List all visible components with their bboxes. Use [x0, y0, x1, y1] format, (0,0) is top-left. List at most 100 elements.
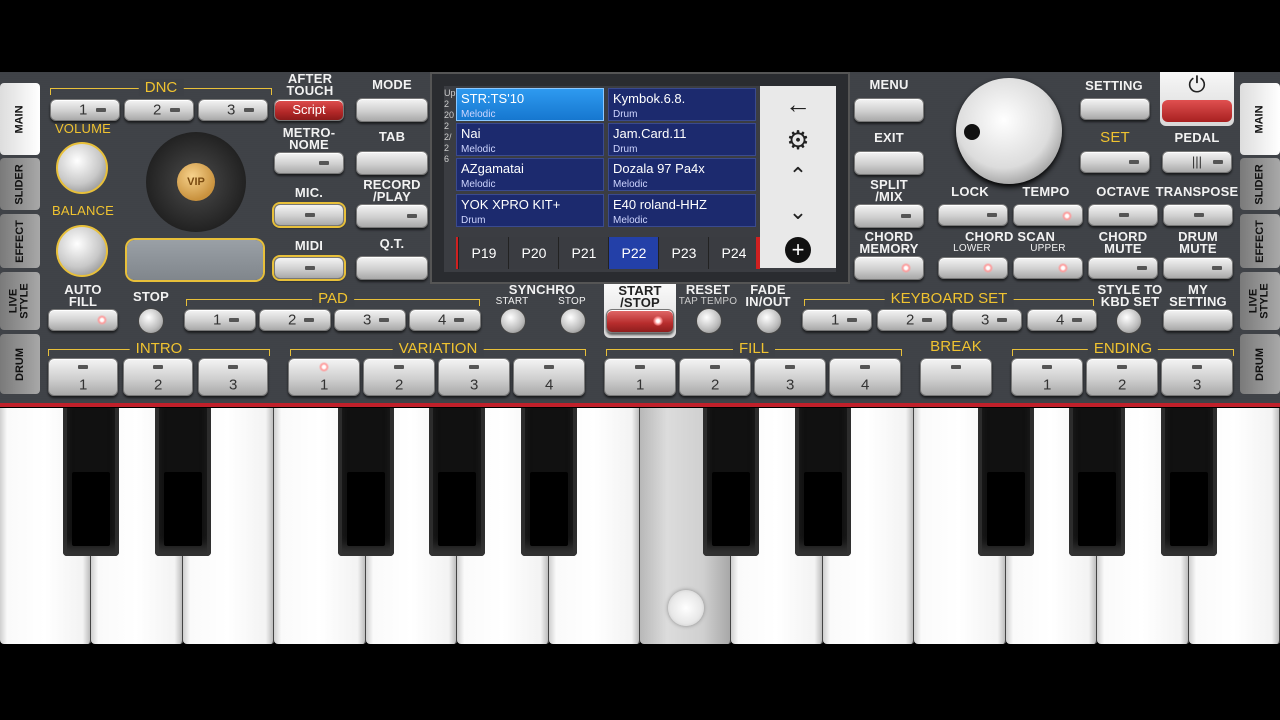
midi-button[interactable]	[274, 257, 344, 279]
data-dial[interactable]	[956, 78, 1062, 184]
setting-button[interactable]	[1080, 98, 1150, 120]
black-key[interactable]	[154, 408, 211, 556]
display-pad[interactable]	[127, 240, 263, 280]
tab-live-style-left[interactable]: LIVE STYLE	[0, 272, 40, 330]
black-key[interactable]	[977, 408, 1034, 556]
style-cell-7[interactable]: YOK XPRO KIT+ Drum	[456, 194, 604, 227]
set-button[interactable]	[1080, 151, 1150, 173]
keyboard-set-button-3[interactable]: 3	[952, 309, 1022, 331]
fill-button-3[interactable]: 3	[754, 358, 826, 396]
mode-button[interactable]	[356, 98, 428, 122]
chord-scan-upper-button[interactable]	[1013, 257, 1083, 279]
break-button[interactable]	[920, 358, 992, 396]
black-key[interactable]	[429, 408, 486, 556]
menu-button[interactable]	[854, 98, 924, 122]
variation-button-2[interactable]: 2	[363, 358, 435, 396]
pad-button-3[interactable]: 3	[334, 309, 406, 331]
fade-knob[interactable]	[756, 308, 782, 334]
pedal-button[interactable]: |||	[1162, 151, 1232, 173]
fill-button-4[interactable]: 4	[829, 358, 901, 396]
start-stop-button[interactable]	[606, 309, 674, 333]
add-icon[interactable]: +	[782, 234, 814, 263]
fill-button-1[interactable]: 1	[604, 358, 676, 396]
page-button-p20[interactable]: P20	[508, 237, 559, 269]
pad-button-2[interactable]: 2	[259, 309, 331, 331]
balance-knob[interactable]	[56, 225, 108, 277]
style-cell-8[interactable]: E40 roland-HHZ Melodic	[608, 194, 756, 227]
variation-button-1[interactable]: 1	[288, 358, 360, 396]
pad-stop-knob[interactable]	[138, 308, 164, 334]
tab-slider-left[interactable]: SLIDER	[0, 158, 40, 210]
tab-slider-right[interactable]: SLIDER	[1240, 158, 1280, 210]
style-to-kbd-knob[interactable]	[1116, 308, 1142, 334]
volume-knob[interactable]	[56, 142, 108, 194]
intro-button-2[interactable]: 2	[123, 358, 193, 396]
style-cell-6[interactable]: Dozala 97 Pa4x Melodic	[608, 158, 756, 191]
intro-button-1[interactable]: 1	[48, 358, 118, 396]
octave-button[interactable]	[1088, 204, 1158, 226]
variation-button-4[interactable]: 4	[513, 358, 585, 396]
tab-drum-right[interactable]: DRUM	[1240, 334, 1280, 394]
intro-button-3[interactable]: 3	[198, 358, 268, 396]
dnc-button-1[interactable]: 1	[50, 99, 120, 121]
tempo-button[interactable]	[1013, 204, 1083, 226]
style-cell-2[interactable]: Kymbok.6.8. Drum	[608, 88, 756, 121]
metronome-button[interactable]	[274, 152, 344, 174]
page-button-p23[interactable]: P23	[658, 237, 709, 269]
style-cell-5[interactable]: AZgamatai Melodic	[456, 158, 604, 191]
page-button-p22[interactable]: P22	[608, 237, 659, 269]
power-button[interactable]: ⏻	[1160, 72, 1234, 126]
variation-button-3[interactable]: 3	[438, 358, 510, 396]
chord-memory-button[interactable]	[854, 256, 924, 280]
dnc-button-3[interactable]: 3	[198, 99, 268, 121]
pad-button-4[interactable]: 4	[409, 309, 481, 331]
record-play-button[interactable]	[356, 204, 428, 228]
page-button-p19[interactable]: P19	[458, 237, 509, 269]
tab-drum-left[interactable]: DRUM	[0, 334, 40, 394]
black-key[interactable]	[520, 408, 577, 556]
synchro-stop-knob[interactable]	[560, 308, 586, 334]
fill-button-2[interactable]: 2	[679, 358, 751, 396]
synchro-start-knob[interactable]	[500, 308, 526, 334]
my-setting-button[interactable]	[1163, 309, 1233, 331]
chord-scan-lower-button[interactable]	[938, 257, 1008, 279]
auto-fill-button[interactable]	[48, 309, 118, 331]
lock-button[interactable]	[938, 204, 1008, 226]
tab-main-right[interactable]: MAIN	[1240, 83, 1280, 155]
transpose-button[interactable]	[1163, 204, 1233, 226]
tab-main-left[interactable]: MAIN	[0, 83, 40, 155]
keyboard-set-button-4[interactable]: 4	[1027, 309, 1097, 331]
dnc-button-2[interactable]: 2	[124, 99, 194, 121]
back-arrow-icon[interactable]: ←	[782, 90, 814, 118]
vip-disc[interactable]: VIP	[146, 132, 246, 232]
ending-button-2[interactable]: 2	[1086, 358, 1158, 396]
chevron-down-icon[interactable]: ⌄	[782, 198, 814, 226]
pad-button-1[interactable]: 1	[184, 309, 256, 331]
tab-button[interactable]	[356, 151, 428, 175]
black-key[interactable]	[794, 408, 851, 556]
black-key[interactable]	[337, 408, 394, 556]
mic-button[interactable]	[274, 204, 344, 226]
style-cell-3[interactable]: Nai Melodic	[456, 123, 604, 156]
qt-button[interactable]	[356, 256, 428, 280]
page-button-p24[interactable]: P24	[708, 237, 759, 269]
black-key[interactable]	[1160, 408, 1217, 556]
black-key[interactable]	[63, 408, 120, 556]
script-button[interactable]: Script	[274, 99, 344, 121]
ending-button-3[interactable]: 3	[1161, 358, 1233, 396]
tab-live-style-right[interactable]: LIVE STYLE	[1240, 272, 1280, 330]
reset-knob[interactable]	[696, 308, 722, 334]
page-button-p21[interactable]: P21	[558, 237, 609, 269]
keyboard-set-button-2[interactable]: 2	[877, 309, 947, 331]
chevron-up-icon[interactable]: ⌃	[782, 162, 814, 190]
black-key[interactable]	[703, 408, 760, 556]
style-cell-4[interactable]: Jam.Card.11 Drum	[608, 123, 756, 156]
style-cell-1[interactable]: STR:TS'10 Melodic	[456, 88, 604, 121]
keyboard-set-button-1[interactable]: 1	[802, 309, 872, 331]
split-mix-button[interactable]	[854, 204, 924, 228]
gear-icon[interactable]: ⚙	[782, 126, 814, 154]
exit-button[interactable]	[854, 151, 924, 175]
ending-button-1[interactable]: 1	[1011, 358, 1083, 396]
chord-mute-button[interactable]	[1088, 257, 1158, 279]
black-key[interactable]	[1069, 408, 1126, 556]
